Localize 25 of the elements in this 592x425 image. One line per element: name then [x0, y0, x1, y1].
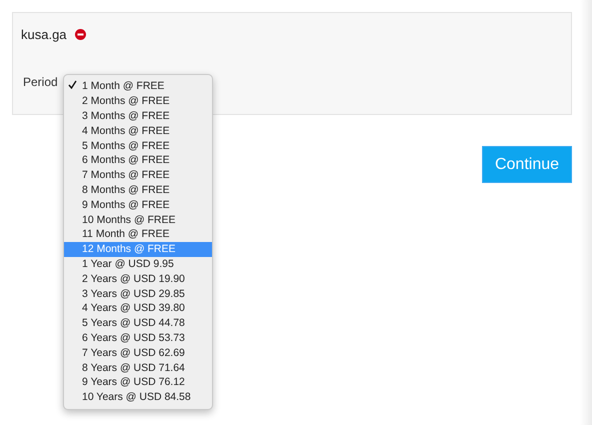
dropdown-option[interactable]: 3 Months @ FREE — [64, 108, 212, 124]
dropdown-option[interactable]: 6 Years @ USD 53.73 — [64, 330, 212, 346]
dropdown-option[interactable]: 6 Months @ FREE — [64, 152, 212, 168]
dropdown-option[interactable]: 10 Months @ FREE — [64, 212, 212, 227]
dropdown-option[interactable]: 10 Years @ USD 84.58 — [64, 390, 212, 405]
dropdown-option[interactable]: 5 Years @ USD 44.78 — [64, 316, 212, 331]
dropdown-option[interactable]: 4 Years @ USD 39.80 — [64, 300, 212, 316]
dropdown-option[interactable]: 2 Years @ USD 19.90 — [64, 271, 212, 286]
dropdown-option[interactable]: 9 Months @ FREE — [64, 197, 212, 212]
dropdown-option[interactable]: 3 Years @ USD 29.85 — [64, 286, 212, 301]
checkmark-icon — [68, 80, 77, 90]
dropdown-option[interactable]: 7 Months @ FREE — [64, 168, 212, 183]
dropdown-option[interactable]: 2 Months @ FREE — [64, 94, 212, 109]
dropdown-option[interactable]: 1 Year @ USD 9.95 — [64, 256, 212, 272]
dropdown-option[interactable]: 7 Years @ USD 62.69 — [64, 345, 212, 360]
domain-name: kusa.ga — [21, 27, 67, 42]
period-label: Period — [23, 75, 58, 89]
dropdown-option[interactable]: 1 Month @ FREE — [64, 79, 212, 94]
dropdown-option[interactable]: 4 Months @ FREE — [64, 123, 212, 138]
dropdown-option[interactable]: 11 Month @ FREE — [64, 226, 212, 242]
dropdown-option[interactable]: 9 Years @ USD 76.12 — [64, 374, 212, 390]
dropdown-option[interactable]: 8 Years @ USD 71.64 — [64, 360, 212, 375]
no-entry-icon — [74, 29, 86, 40]
dropdown-option[interactable]: 8 Months @ FREE — [64, 182, 212, 198]
dropdown-option[interactable]: 5 Months @ FREE — [64, 138, 212, 153]
